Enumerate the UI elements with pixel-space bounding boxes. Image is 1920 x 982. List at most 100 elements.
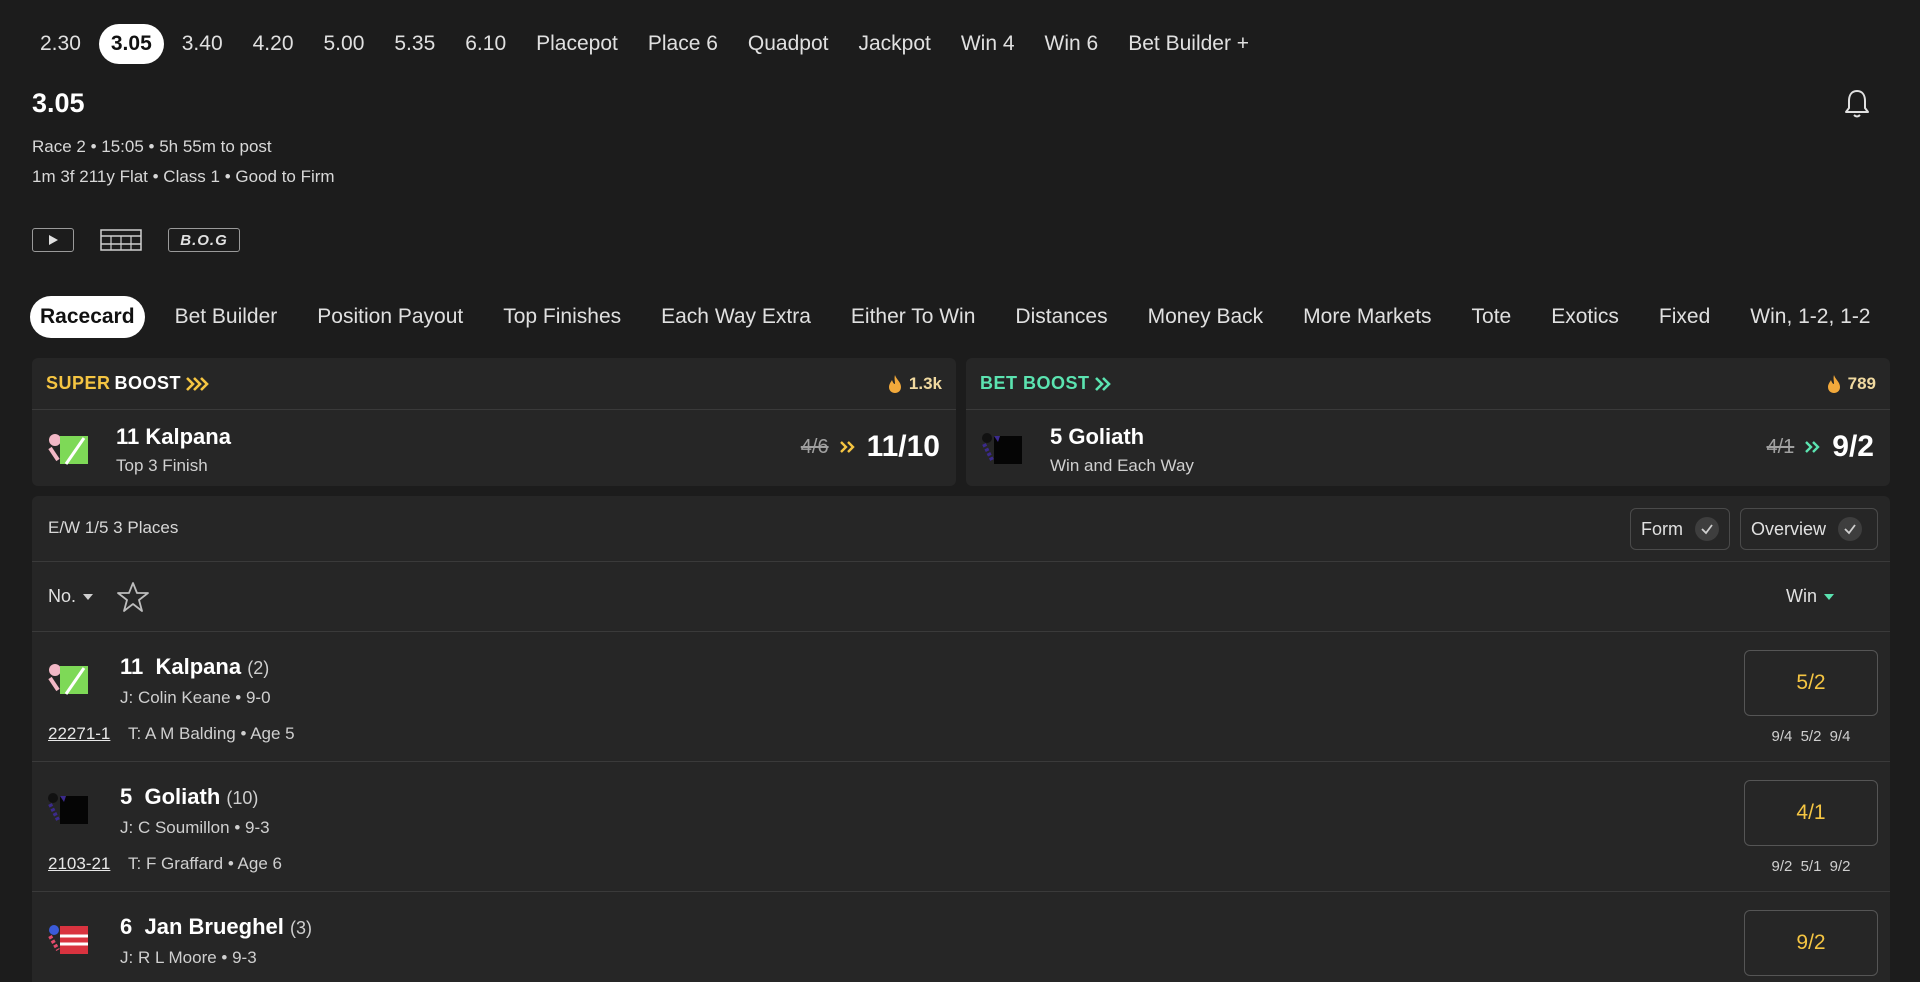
racecard-panel: E/W 1/5 3 Places Form Overview No. Win 1… <box>32 496 1890 982</box>
boost-label-bet-boost: BET BOOST <box>980 373 1090 393</box>
runner-trainer: T: F Graffard • Age 6 <box>128 854 282 873</box>
each-way-terms: E/W 1/5 3 Places <box>48 518 179 537</box>
double-chevron-icon <box>186 376 209 391</box>
race-tab[interactable]: 2.30 <box>28 24 93 64</box>
odds-history: 9/2 5/1 9/2 <box>1771 858 1851 875</box>
market-tab[interactable]: Exotics <box>1541 296 1629 338</box>
win-odds-button[interactable]: 9/2 <box>1744 910 1878 976</box>
boost-header: BET BOOST 789 <box>966 358 1890 410</box>
market-tab[interactable]: Position Payout <box>307 296 473 338</box>
runner-horse: Goliath <box>144 784 221 809</box>
win-odds-button[interactable]: 4/1 <box>1744 780 1878 846</box>
jockey-silk-icon <box>48 793 88 824</box>
runner-horse: Jan Brueghel <box>144 914 284 939</box>
race-tab[interactable]: 6.10 <box>453 24 518 64</box>
race-meta: Race 2 • 15:05 • 5h 55m to post <box>32 137 272 156</box>
sort-bar: No. Win <box>32 562 1890 632</box>
runner-row: 6 Jan Brueghel (3) J: R L Moore • 9-3 9/2 <box>32 892 1890 982</box>
market-tabs: Racecard Bet Builder Position Payout Top Fi… <box>30 295 1920 339</box>
play-video-button[interactable] <box>32 228 74 252</box>
race-tab[interactable]: Win 4 <box>949 24 1027 64</box>
overview-toggle-label: Overview <box>1751 518 1827 539</box>
race-badges: B.O.G <box>32 228 240 252</box>
race-tab[interactable]: Bet Builder + <box>1116 24 1261 64</box>
market-tab[interactable]: More Markets <box>1293 296 1441 338</box>
market-tab[interactable]: Distances <box>1005 296 1117 338</box>
race-tab[interactable]: 3.40 <box>170 24 235 64</box>
boost-runner-name: 5 Goliath <box>1050 424 1145 449</box>
race-conditions: 1m 3f 211y Flat • Class 1 • Good to Firm <box>32 167 335 186</box>
overview-toggle[interactable]: Overview <box>1740 508 1878 550</box>
bet-boost-card[interactable]: BET BOOST 789 5 Goliath Win and Each Way… <box>966 358 1890 486</box>
race-tab[interactable]: Jackpot <box>846 24 942 64</box>
sort-win-label: Win <box>1786 586 1817 606</box>
check-icon <box>1838 517 1863 541</box>
runner-jockey: J: R L Moore • 9-3 <box>120 948 257 967</box>
bell-icon[interactable] <box>1842 88 1872 120</box>
runner-number: 5 <box>120 784 133 809</box>
boosted-odds: 11/10 <box>866 430 940 463</box>
runner-list: 11 Kalpana (2) J: Colin Keane • 9-0 22271-… <box>32 632 1890 982</box>
runner-name[interactable]: 11 Kalpana (2) <box>120 654 269 680</box>
runner-row: 11 Kalpana (2) J: Colin Keane • 9-0 22271-… <box>32 632 1890 762</box>
stalls-button[interactable] <box>100 228 142 252</box>
sort-win-button[interactable]: Win <box>1786 586 1835 607</box>
race-tab[interactable]: 3.05 <box>98 24 164 64</box>
boost-odds[interactable]: 4/1 9/2 <box>1766 430 1874 464</box>
race-tab[interactable]: Win 6 <box>1033 24 1111 64</box>
market-tab[interactable]: Tote <box>1462 296 1522 338</box>
boosted-odds: 9/2 <box>1832 430 1874 463</box>
double-chevron-icon <box>1094 376 1111 391</box>
runner-form-link[interactable]: 2103-21 <box>48 854 110 874</box>
market-tab[interactable]: Racecard <box>30 296 145 338</box>
double-chevron-icon <box>839 441 855 453</box>
bog-badge: B.O.G <box>168 228 240 252</box>
check-icon <box>1695 517 1719 541</box>
runner-name[interactable]: 5 Goliath (10) <box>120 784 258 810</box>
double-chevron-icon <box>1805 441 1820 453</box>
jockey-silk-icon <box>48 664 88 695</box>
boost-popularity: 1.3k <box>887 374 942 394</box>
runner-draw: (2) <box>247 658 270 678</box>
runner-form-link[interactable]: 22271-1 <box>48 724 110 744</box>
runner-name[interactable]: 6 Jan Brueghel (3) <box>120 914 312 940</box>
market-tab[interactable]: Each Way Extra <box>651 296 821 338</box>
flame-icon <box>888 374 901 393</box>
form-toggle-label: Form <box>1641 518 1683 539</box>
market-tab[interactable]: Money Back <box>1138 296 1274 338</box>
market-tab[interactable]: Bet Builder <box>165 296 288 338</box>
race-tab[interactable]: Quadpot <box>736 24 841 64</box>
flame-icon <box>1827 374 1840 393</box>
boost-header: SUPER BOOST 1.3k <box>32 358 956 410</box>
super-boost-label: SUPER BOOST <box>46 373 211 394</box>
boost-body: 5 Goliath Win and Each Way 4/1 9/2 <box>966 410 1890 486</box>
odds-history: 9/4 5/2 9/4 <box>1771 728 1851 745</box>
jockey-silk-icon <box>48 434 88 465</box>
race-tab[interactable]: 5.00 <box>312 24 377 64</box>
win-odds-button[interactable]: 5/2 <box>1744 650 1878 716</box>
caret-down-icon <box>83 593 94 600</box>
form-toggle[interactable]: Form <box>1630 508 1730 550</box>
boost-runner-name: 11 Kalpana <box>116 424 231 449</box>
market-tab[interactable]: Either To Win <box>841 296 986 338</box>
race-tab[interactable]: 5.35 <box>382 24 447 64</box>
runner-number: 11 <box>120 654 144 679</box>
race-tab[interactable]: Place 6 <box>636 24 730 64</box>
sort-number-label: No. <box>48 586 77 606</box>
market-tab[interactable]: Win, 1-2, 1-2 <box>1740 296 1880 338</box>
race-tab[interactable]: Placepot <box>524 24 630 64</box>
race-tab[interactable]: 4.20 <box>241 24 306 64</box>
boost-label-boost: BOOST <box>114 373 182 393</box>
sort-number-button[interactable]: No. <box>48 586 94 607</box>
market-tab[interactable]: Fixed <box>1649 296 1720 338</box>
star-icon[interactable] <box>116 580 150 614</box>
starting-gates-icon <box>100 229 142 251</box>
runner-horse: Kalpana <box>155 654 242 679</box>
runner-jockey: J: C Soumillon • 9-3 <box>120 818 270 837</box>
runner-draw: (3) <box>289 918 312 938</box>
market-tab[interactable]: Top Finishes <box>493 296 631 338</box>
caret-down-icon <box>1824 593 1834 600</box>
super-boost-card[interactable]: SUPER BOOST 1.3k 11 Kalpana Top 3 Finish… <box>32 358 956 486</box>
boost-odds[interactable]: 4/6 11/10 <box>801 430 940 464</box>
racecard-header: E/W 1/5 3 Places Form Overview <box>32 496 1890 562</box>
